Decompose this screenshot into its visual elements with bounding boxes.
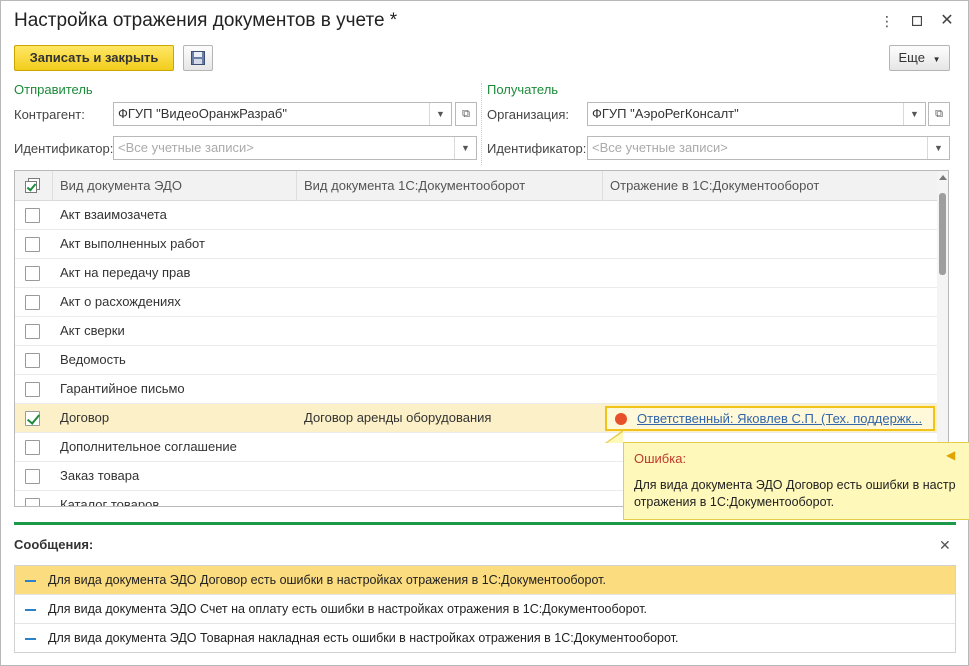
table-row[interactable]: Акт взаимозачета [15,201,937,230]
counterparty-label: Контрагент: [14,107,85,122]
chevron-down-icon: ▼ [932,55,941,64]
row-checkbox[interactable] [25,324,40,339]
row-checkbox[interactable] [25,353,40,368]
message-text: Для вида документа ЭДО Товарная накладна… [48,631,679,645]
tooltip-text-line: отражения в 1С:Документооборот. [634,495,835,509]
table-row[interactable]: Гарантийное письмо [15,375,937,404]
organization-dropdown-icon[interactable]: ▼ [903,103,925,125]
more-vert-icon[interactable]: ⋮ [877,11,897,31]
sender-id-placeholder: <Все учетные записи> [118,140,254,155]
messages-divider [14,522,956,525]
counterparty-value: ФГУП "ВидеоОранжРазраб" [118,106,287,121]
close-icon[interactable]: ✕ [937,11,957,31]
sender-id-label: Идентификатор: [14,141,114,156]
error-tooltip: Ошибка: ◀ Для вида документа ЭДО Договор… [623,442,969,520]
row-checkbox[interactable] [25,208,40,223]
group-separator [481,83,482,165]
row-checkbox[interactable] [25,295,40,310]
table-row[interactable]: Акт на передачу прав [15,259,937,288]
organization-label: Организация: [487,107,570,122]
message-item[interactable]: Для вида документа ЭДО Счет на оплату ес… [15,595,955,624]
sender-id-dropdown-icon[interactable]: ▼ [454,137,476,159]
more-button[interactable]: Еще ▼ [889,45,950,71]
messages-list: Для вида документа ЭДО Договор есть ошиб… [14,565,956,653]
tooltip-collapse-icon[interactable]: ◀ [946,448,955,462]
messages-close-icon[interactable]: ✕ [939,537,951,554]
table-header: Вид документа ЭДО Вид документа 1С:Докум… [15,171,937,201]
counterparty-dropdown-icon[interactable]: ▼ [429,103,451,125]
counterparty-field[interactable]: ФГУП "ВидеоОранжРазраб" ▼ [113,102,452,126]
save-button[interactable] [183,45,213,71]
window-title: Настройка отражения документов в учете * [14,10,398,31]
row-checkbox[interactable] [25,440,40,455]
message-item[interactable]: Для вида документа ЭДО Товарная накладна… [15,624,955,653]
edo-type-cell: Ведомость [60,352,126,367]
receiver-id-label: Идентификатор: [487,141,587,156]
table-row-selected[interactable]: Договор Договор аренды оборудования Отве… [15,404,937,433]
tooltip-title: Ошибка: [634,451,687,466]
edo-type-cell: Акт о расхождениях [60,294,181,309]
edo-type-cell: Заказ товара [60,468,140,483]
table-row[interactable]: Акт выполненных работ [15,230,937,259]
message-text: Для вида документа ЭДО Договор есть ошиб… [48,573,606,587]
reflection-link[interactable]: Ответственный: Яковлев С.П. (Тех. поддер… [637,408,922,429]
edo-type-cell: Договор [60,410,110,425]
maximize-icon[interactable] [907,11,927,31]
messages-title: Сообщения: [14,537,94,552]
row-checkbox-checked[interactable] [25,411,40,426]
column-header-doc-type[interactable]: Вид документа 1С:Документооборот [297,171,603,201]
column-header-reflection[interactable]: Отражение в 1С:Документооборот [603,171,937,201]
edo-type-cell: Акт выполненных работ [60,236,205,251]
edo-type-cell: Акт на передачу прав [60,265,191,280]
row-checkbox[interactable] [25,237,40,252]
row-checkbox[interactable] [25,382,40,397]
message-bullet-icon [25,609,36,611]
receiver-id-placeholder: <Все учетные записи> [592,140,728,155]
select-all-header[interactable] [15,171,53,201]
settings-window: Настройка отражения документов в учете *… [0,0,969,666]
floppy-disk-icon [191,51,205,68]
error-indicator-icon [615,413,627,425]
counterparty-open-icon[interactable]: ⧉ [455,102,477,126]
title-bar: Настройка отражения документов в учете *… [1,1,968,41]
more-label: Еще [898,50,925,65]
tooltip-text-line: Для вида документа ЭДО Договор есть ошиб… [634,478,956,492]
message-text: Для вида документа ЭДО Счет на оплату ес… [48,602,648,616]
doc-type-cell[interactable]: Договор аренды оборудования [297,404,603,433]
reflection-cell-error[interactable]: Ответственный: Яковлев С.П. (Тех. поддер… [605,406,935,431]
table-row[interactable]: Акт сверки [15,317,937,346]
sender-group-title: Отправитель [14,82,93,97]
organization-value: ФГУП "АэроРегКонсалт" [592,106,739,121]
check-all-icon[interactable] [25,178,40,193]
table-row[interactable]: Акт о расхождениях [15,288,937,317]
edo-type-cell: Акт взаимозачета [60,207,167,222]
message-item[interactable]: Для вида документа ЭДО Договор есть ошиб… [15,566,955,595]
message-bullet-icon [25,580,36,582]
row-checkbox[interactable] [25,266,40,281]
row-checkbox[interactable] [25,469,40,484]
row-checkbox[interactable] [25,498,40,506]
tooltip-text: Для вида документа ЭДО Договор есть ошиб… [634,477,969,511]
edo-type-cell: Дополнительное соглашение [60,439,237,454]
scroll-thumb[interactable] [939,193,946,275]
column-header-edo-type[interactable]: Вид документа ЭДО [53,171,297,201]
edo-type-cell: Акт сверки [60,323,125,338]
scroll-up-arrow-icon[interactable] [939,175,947,180]
save-close-button[interactable]: Записать и закрыть [14,45,174,71]
organization-open-icon[interactable]: ⧉ [928,102,950,126]
edo-type-cell: Гарантийное письмо [60,381,185,396]
sender-id-field[interactable]: <Все учетные записи> ▼ [113,136,477,160]
message-bullet-icon [25,638,36,640]
organization-field[interactable]: ФГУП "АэроРегКонсалт" ▼ [587,102,926,126]
receiver-group-title: Получатель [487,82,559,97]
edo-type-cell: Каталог товаров [60,497,160,507]
table-row[interactable]: Ведомость [15,346,937,375]
receiver-id-field[interactable]: <Все учетные записи> ▼ [587,136,950,160]
tooltip-pointer-fill [607,432,623,443]
receiver-id-dropdown-icon[interactable]: ▼ [927,137,949,159]
